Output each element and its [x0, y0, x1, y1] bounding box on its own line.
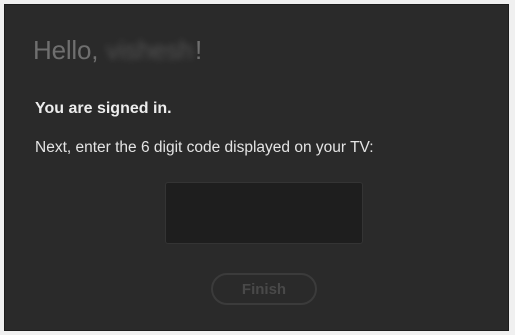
signed-in-message: You are signed in.	[35, 100, 172, 117]
greeting-prefix: Hello,	[33, 35, 99, 65]
finish-button[interactable]: Finish	[211, 273, 317, 305]
greeting-heading: Hello, vishesh !	[33, 35, 202, 66]
username-redacted: vishesh	[106, 35, 194, 65]
tv-code-input[interactable]	[165, 182, 363, 244]
greeting-suffix: !	[195, 35, 203, 65]
code-instruction: Next, enter the 6 digit code displayed o…	[35, 139, 374, 156]
sign-in-dialog: Hello, vishesh ! You are signed in. Next…	[4, 4, 509, 331]
